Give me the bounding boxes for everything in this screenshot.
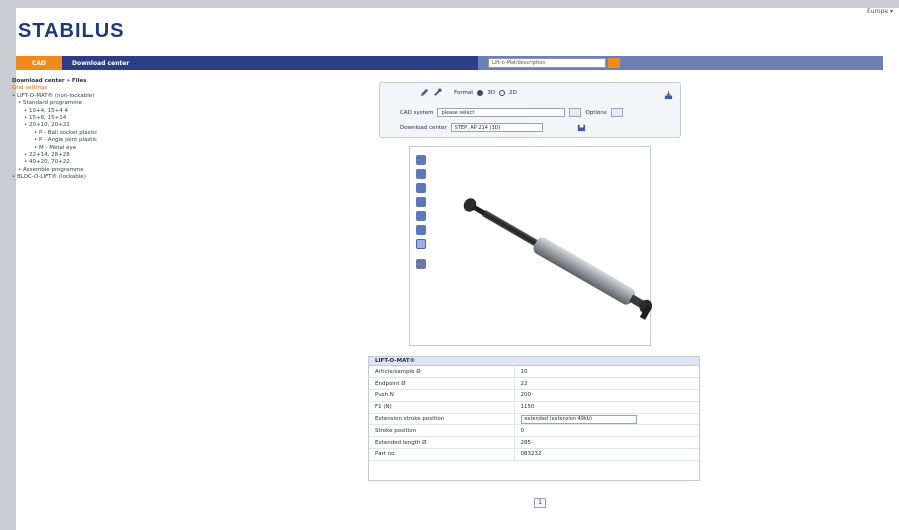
radio-3d-label: 3D (487, 89, 496, 96)
search-input[interactable]: Lift-o-Mat/description (488, 58, 606, 68)
tree-item[interactable]: • Standard programme (12, 100, 162, 107)
options-button[interactable] (610, 108, 623, 117)
save-download-icon[interactable] (577, 123, 586, 132)
prop-key: F1 (N) (369, 401, 515, 414)
tree-item[interactable]: • 40+20, 70+22 (12, 159, 162, 166)
properties-panel: LIFT-O-MAT® Article/sample Ø 10 Endpoint … (368, 356, 700, 481)
prop-value: 285 (514, 436, 699, 450)
pencil-icon[interactable] (420, 88, 429, 97)
download-format-value: STEP, AP 214 (3D) (454, 124, 501, 131)
properties-title: LIFT-O-MAT® (369, 357, 699, 366)
tree-item[interactable]: • P - Ball socket plastic (12, 130, 162, 137)
language-selector[interactable]: Europe ▾ (867, 8, 893, 15)
prop-key: Extended length Ø (369, 436, 515, 450)
table-row: Article/sample Ø 10 (369, 366, 699, 379)
sidebar-tree: Download center » Files Grid settings • … (12, 78, 162, 182)
cad-system-value: please select (441, 109, 475, 116)
tree-item[interactable]: • P - Angle joint plastic (12, 137, 162, 144)
prop-key: Part no. (369, 448, 515, 461)
table-row: Extended length Ø 285 (369, 436, 699, 450)
table-row: Stroke position 0 (369, 424, 699, 438)
radio-2d-label: 2D (509, 89, 517, 96)
table-row: F1 (N) 1150 (369, 401, 699, 414)
extension-stroke-select[interactable]: extended (extension 49kb) (520, 414, 637, 424)
radio-3d[interactable] (477, 89, 484, 96)
format-label: Format (454, 89, 474, 96)
gas-spring-model (463, 198, 652, 320)
grid-settings-link[interactable]: Grid settings (12, 85, 162, 92)
prop-key: Extension stroke position (369, 413, 515, 426)
table-row: Part no. 083232 (369, 448, 699, 461)
radio-2d[interactable] (499, 89, 506, 96)
prop-key: Article/sample Ø (369, 366, 515, 379)
extension-stroke-value: extended (extension 49kb) (524, 416, 592, 423)
table-row: Extension stroke position extended (exten… (369, 413, 699, 426)
download-format-label: Download center (400, 124, 447, 131)
prop-key: Stroke position (369, 424, 515, 438)
tree-item[interactable]: • 10+4, 15+4 4 (12, 108, 162, 115)
breadcrumb: Download center » Files (12, 78, 87, 84)
prop-key: Endpoint Ø (369, 377, 515, 391)
prop-value: 10 (514, 366, 699, 379)
table-row: Push N 200 (369, 389, 699, 402)
cad-system-label: CAD system (400, 109, 434, 116)
cad-tool-panel: Format 3D 2D CAD system please select Op… (379, 82, 681, 138)
pager-button[interactable]: 1 (534, 498, 546, 508)
tree-item[interactable]: • 20+10, 20+22 (12, 122, 162, 129)
prop-value: 200 (514, 389, 699, 402)
prop-value: 22 (514, 377, 699, 391)
tree-item[interactable]: • BLOC-O-LIFT® (lockable) (12, 174, 162, 181)
tree-item[interactable]: • LIFT-O-MAT® (non-lockable) (12, 93, 162, 100)
properties-table: Article/sample Ø 10 Endpoint Ø 22 Push N 20… (369, 366, 699, 461)
prop-key: Push N (369, 389, 515, 402)
table-row: Endpoint Ø 22 (369, 377, 699, 391)
tree-item[interactable]: • M - Metal eye (12, 145, 162, 152)
main-navbar: CAD Download center Lift-o-Mat/descripti… (16, 56, 883, 70)
3d-viewer[interactable] (409, 146, 652, 346)
tab-cad[interactable]: CAD (16, 56, 62, 70)
cad-system-action-button[interactable] (569, 108, 582, 117)
download-icon[interactable] (664, 91, 673, 100)
navbar-search-area: Lift-o-Mat/description (478, 56, 883, 70)
prop-value: 0 (514, 424, 699, 438)
tree-item[interactable]: • 22+14, 28+28 (12, 152, 162, 159)
prop-value: 1150 (514, 401, 699, 414)
download-format-select[interactable]: STEP, AP 214 (3D) (450, 123, 543, 132)
cad-system-select[interactable]: please select (437, 108, 566, 117)
prop-value: 083232 (514, 448, 699, 461)
stabilus-logo[interactable]: STABILUS (18, 20, 125, 43)
wrench-icon[interactable] (433, 88, 442, 97)
tab-download-center[interactable]: Download center (62, 56, 139, 70)
search-go-button[interactable] (608, 58, 620, 68)
tree-item[interactable]: • 15+6, 15+14 (12, 115, 162, 122)
options-label: Options (585, 109, 607, 116)
